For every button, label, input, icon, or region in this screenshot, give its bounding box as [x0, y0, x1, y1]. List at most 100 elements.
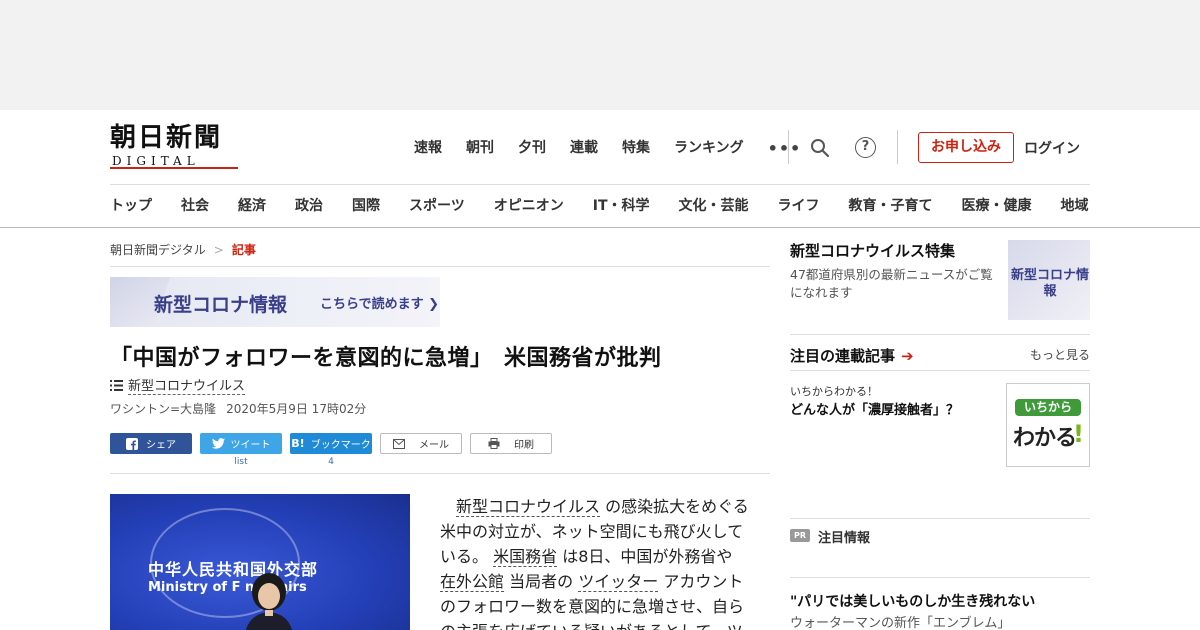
banner-link: こちらで読めます ❯ [320, 297, 440, 312]
twitter-count-link[interactable]: list [200, 457, 282, 467]
top-nav: 速報 朝刊 夕刊 連載 特集 ランキング ••• [414, 138, 801, 158]
facebook-icon [126, 437, 138, 450]
topic-line: 新型コロナウイルス [110, 375, 246, 395]
thumb-badge: いちから [1015, 399, 1081, 416]
series-more-link[interactable]: もっと見る [1030, 346, 1090, 363]
category-nav: トップ 社会 経済 政治 国際 スポーツ オピニオン IT・科学 文化・芸能 ラ… [110, 196, 1118, 216]
facebook-share-label: シェア [146, 440, 176, 451]
series-article-link[interactable]: どんな人が「濃厚接触者」？ [790, 399, 959, 418]
print-button[interactable]: 印刷 [470, 433, 552, 454]
site-logo[interactable]: 朝日新聞 DIGITAL [110, 124, 240, 170]
mail-icon [393, 438, 405, 449]
login-link[interactable]: ログイン [1024, 138, 1080, 158]
breadcrumb: 朝日新聞デジタル > 記事 [110, 241, 256, 258]
breadcrumb-separator: > [213, 243, 224, 257]
nav-link-evening[interactable]: 夕刊 [518, 138, 546, 158]
print-label: 印刷 [514, 440, 534, 451]
logo-en-text: DIGITAL [112, 154, 200, 168]
category-opinion[interactable]: オピニオン [494, 196, 564, 216]
category-region[interactable]: 地域 [1061, 196, 1089, 216]
series-heading[interactable]: 注目の連載記事 [790, 345, 895, 366]
pr-badge: PR [790, 529, 810, 542]
article-date: 2020年5月9日 17時02分 [226, 402, 367, 416]
logo-underline [110, 167, 238, 169]
arrow-right-icon[interactable]: ➔ [901, 347, 914, 365]
banner-title: 新型コロナ情報 [154, 294, 288, 316]
nav-link-breaking[interactable]: 速報 [414, 138, 442, 158]
divider [790, 518, 1090, 519]
category-health[interactable]: 医療・健康 [962, 196, 1032, 216]
share-bar: シェア ツイート list B! ブックマーク 4 メール 印刷 [110, 433, 560, 467]
pr-item-subtitle: ウォーターマンの新作「エンブレム」 [790, 616, 1011, 630]
header-divider [897, 130, 898, 164]
article-headline: 「中国がフォロワーを意図的に急増」 米国務省が批判 [110, 346, 662, 371]
breadcrumb-home[interactable]: 朝日新聞デジタル [110, 243, 206, 257]
subscribe-button[interactable]: お申し込み [918, 132, 1014, 163]
thumb-exclamation: ! [1073, 420, 1084, 448]
series-kicker: いちからわかる！ [790, 385, 878, 398]
divider [790, 577, 1090, 578]
category-culture[interactable]: 文化・芸能 [679, 196, 749, 216]
article-paragraph: 新型コロナウイルス の感染拡大をめぐる米中の対立が、ネット空間にも飛び火している… [440, 494, 750, 630]
breadcrumb-current: 記事 [231, 243, 256, 257]
category-international[interactable]: 国際 [352, 196, 380, 216]
pr-item-link[interactable]: "パリでは美しいものしか生き残れない [790, 591, 1035, 611]
logo-jp-text: 朝日新聞 [110, 123, 223, 153]
sidebar-series-header: 注目の連載記事 ➔ もっと見る [790, 345, 1090, 366]
category-education[interactable]: 教育・子育て [849, 196, 933, 216]
nav-link-ranking[interactable]: ランキング [674, 138, 744, 158]
hatena-bookmark-label: ブックマーク [310, 440, 371, 451]
topic-tag-link[interactable]: 新型コロナウイルス [128, 375, 246, 395]
divider [110, 266, 770, 267]
hatena-icon: B! [291, 437, 305, 450]
twitter-share-label: ツイート [230, 440, 271, 451]
article-photo[interactable]: 中华人民共和国外交部 Ministry of F n Affairs [110, 494, 410, 630]
category-sports[interactable]: スポーツ [409, 196, 465, 216]
body-text: 当局者の [509, 572, 574, 591]
keyword-link-state-dept[interactable]: 米国務省 [493, 547, 558, 567]
keyword-link-embassies[interactable]: 在外公館 [440, 572, 505, 592]
category-it-science[interactable]: IT・科学 [593, 196, 650, 216]
facebook-share-button[interactable]: シェア [110, 433, 192, 454]
spokesperson-figure [245, 573, 293, 630]
sidebar-feature-thumbnail: 新型コロナ情報 [1008, 240, 1090, 320]
divider [790, 370, 1090, 371]
sidebar-feature-desc: 47都道府県別の最新ニュースがご覧になれます [790, 267, 993, 300]
nav-link-features[interactable]: 特集 [622, 138, 650, 158]
category-life[interactable]: ライフ [778, 196, 820, 216]
mail-share-button[interactable]: メール [380, 433, 462, 454]
corona-info-banner[interactable]: 新型コロナ情報 こちらで読めます ❯ [110, 277, 440, 327]
category-politics[interactable]: 政治 [295, 196, 323, 216]
divider [790, 334, 1090, 335]
keyword-link-covid[interactable]: 新型コロナウイルス [456, 497, 601, 517]
series-thumbnail[interactable]: いちから わかる ! [1006, 383, 1090, 467]
nav-link-series[interactable]: 連載 [570, 138, 598, 158]
category-society[interactable]: 社会 [181, 196, 209, 216]
article-byline: ワシントン=大島隆 2020年5月9日 17時02分 [110, 400, 366, 417]
nav-link-morning[interactable]: 朝刊 [466, 138, 494, 158]
help-icon[interactable]: ? [855, 137, 876, 158]
article-body: 新型コロナウイルス の感染拡大をめぐる米中の対立が、ネット空間にも飛び火している… [440, 494, 750, 630]
header-divider [788, 130, 789, 164]
search-icon[interactable] [810, 138, 830, 158]
mail-share-label: メール [419, 440, 449, 451]
ad-banner [0, 0, 1200, 110]
more-menu-icon[interactable]: ••• [768, 139, 802, 158]
thumbnail-text: 新型コロナ情報 [1011, 268, 1090, 299]
article-author: ワシントン=大島隆 [110, 402, 217, 416]
divider [110, 473, 770, 474]
keyword-link-twitter[interactable]: ツイッター [578, 572, 659, 592]
list-icon [110, 379, 123, 391]
category-economy[interactable]: 経済 [238, 196, 266, 216]
twitter-share-button[interactable]: ツイート list [200, 433, 282, 467]
hatena-count-link[interactable]: 4 [290, 457, 372, 467]
site-header: 朝日新聞 DIGITAL 速報 朝刊 夕刊 連載 特集 ランキング ••• ? … [0, 110, 1200, 228]
twitter-icon [211, 438, 225, 449]
nav-separator [110, 184, 1090, 185]
hatena-bookmark-button[interactable]: B! ブックマーク 4 [290, 433, 372, 467]
body-text: は8日、中国が外務省や [562, 547, 733, 566]
pr-heading: 注目情報 [818, 531, 871, 546]
printer-icon [488, 438, 500, 449]
category-top[interactable]: トップ [110, 196, 152, 216]
sidebar-corona-feature[interactable]: 新型コロナウイルス特集 47都道府県別の最新ニュースがご覧になれます 新型コロナ… [790, 240, 1090, 320]
